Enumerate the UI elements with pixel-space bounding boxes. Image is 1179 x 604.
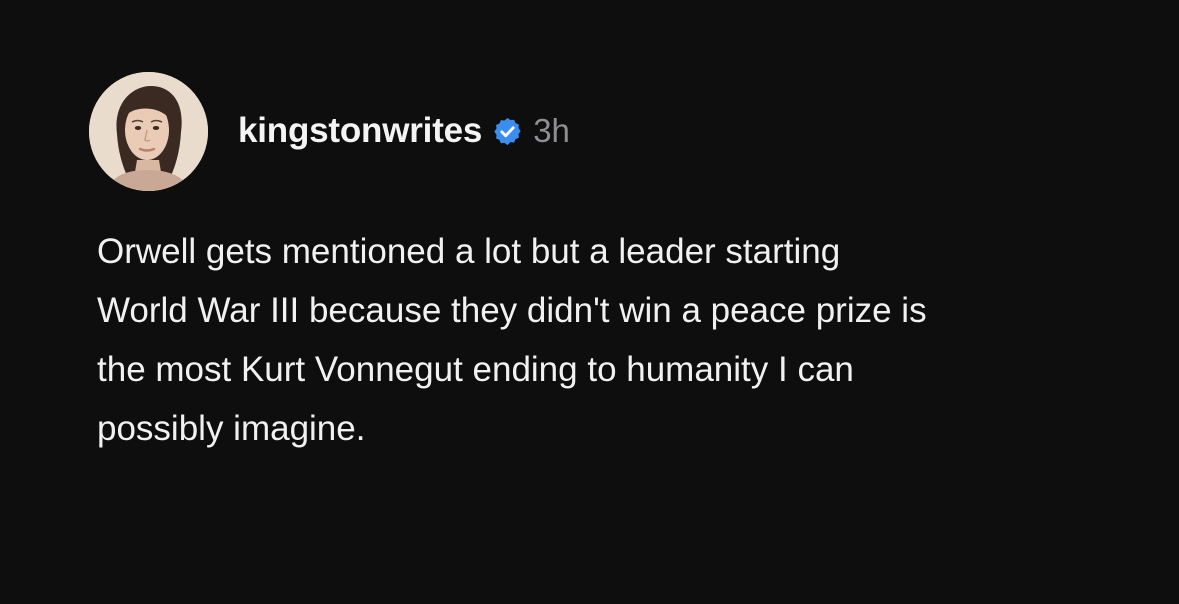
post-card: kingstonwrites 3h Orwell gets mentioned … [0, 0, 1179, 604]
post-body-line: World War III because they didn't win a … [97, 291, 927, 330]
post-body-line: the most Kurt Vonnegut ending to humanit… [97, 350, 854, 389]
profile-photo-icon [89, 72, 208, 191]
post-body: Orwell gets mentioned a lot but a leader… [97, 222, 1137, 458]
post-header: kingstonwrites 3h [238, 108, 570, 154]
avatar[interactable] [89, 72, 208, 191]
post-body-line: Orwell gets mentioned a lot but a leader… [97, 232, 841, 271]
verified-badge-icon [492, 116, 523, 147]
post-timestamp: 3h [533, 112, 570, 149]
post-body-line: possibly imagine. [97, 409, 366, 448]
username[interactable]: kingstonwrites [238, 111, 482, 151]
